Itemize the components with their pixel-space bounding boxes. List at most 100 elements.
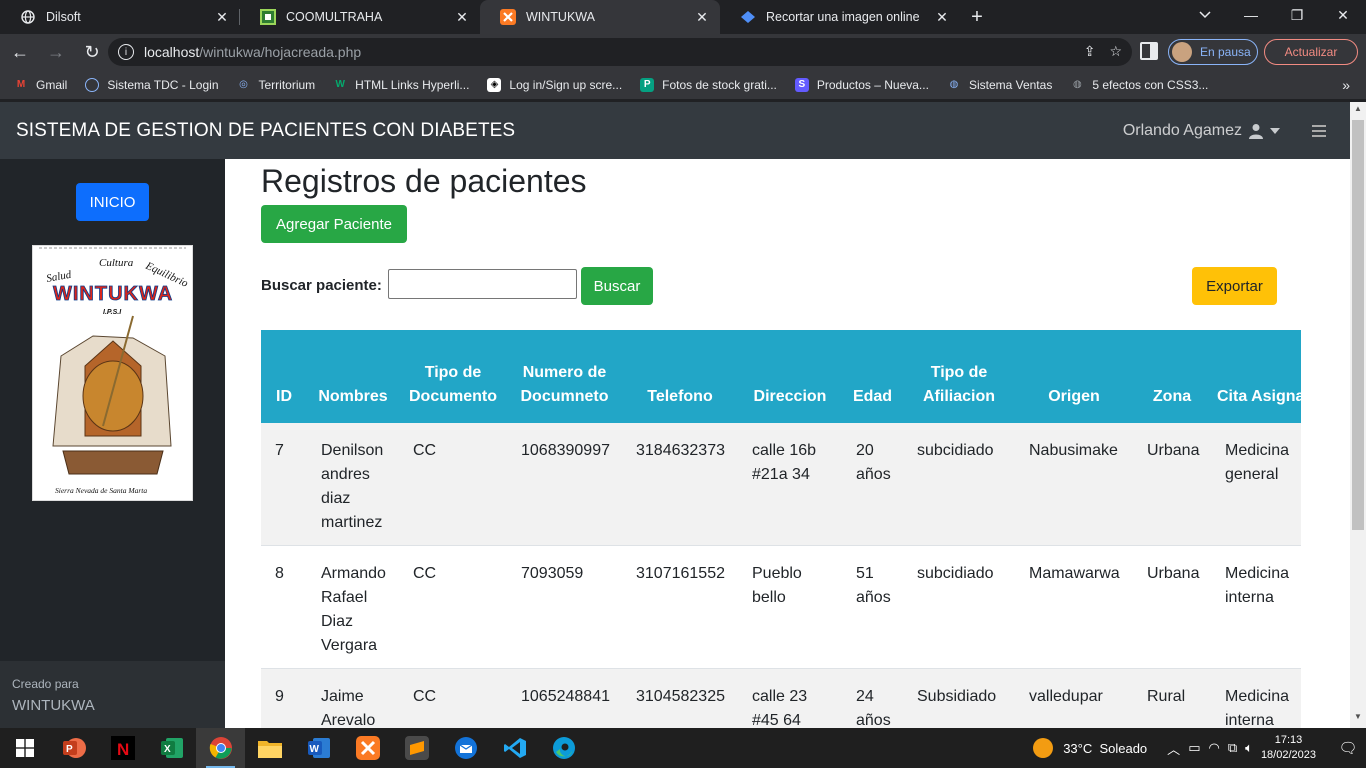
edge-icon[interactable] xyxy=(539,728,588,768)
profile-status: En pausa xyxy=(1200,45,1251,59)
tray-chevron-up-icon[interactable]: ︿ xyxy=(1167,739,1180,758)
sublime-icon[interactable] xyxy=(392,728,441,768)
globe-icon: ◍ xyxy=(1072,79,1082,90)
vscode-icon[interactable] xyxy=(490,728,539,768)
bookmark-efectos-css3[interactable]: ◍ 5 efectos con CSS3... xyxy=(1070,78,1208,92)
bookmark-productos[interactable]: S Productos – Nueva... xyxy=(794,77,929,92)
more-bookmarks-chevron-icon[interactable]: » xyxy=(1342,77,1350,93)
url-path: /wintukwa/hojacreada.php xyxy=(199,44,362,60)
tab-strip: Dilsoft ✕ COOMULTRAHA ✕ WINTUKWA ✕ Recor… xyxy=(0,0,1366,34)
globe-icon xyxy=(20,9,36,25)
table-cell: Denilson andres diaz martinez xyxy=(307,423,399,546)
page-scrollbar[interactable]: ▲ ▼ xyxy=(1350,102,1366,728)
scrollbar-thumb[interactable] xyxy=(1352,120,1364,530)
device-icon[interactable]: ⧉ xyxy=(1228,740,1237,756)
add-patient-button[interactable]: Agregar Paciente xyxy=(261,205,407,243)
clock[interactable]: 17:13 18/02/2023 xyxy=(1261,733,1316,763)
bookmark-territorium[interactable]: ◎ Territorium xyxy=(237,78,315,92)
bookmark-sistema-ventas[interactable]: ◍ Sistema Ventas xyxy=(947,78,1053,92)
bookmarks-bar: M Gmail Sistema TDC - Login ◎ Territorium … xyxy=(0,70,1366,100)
bookmark-gmail[interactable]: M Gmail xyxy=(14,78,68,92)
tab-coomultraha[interactable]: COOMULTRAHA ✕ xyxy=(240,0,480,34)
tab-recortar[interactable]: Recortar una imagen online ✕ xyxy=(720,0,960,34)
minimize-icon[interactable]: — xyxy=(1228,0,1274,30)
column-header: Edad xyxy=(852,388,893,405)
table-cell: Armando Rafael Diaz Vergara xyxy=(307,545,399,669)
windows-start-icon[interactable] xyxy=(0,728,49,768)
table-cell: CC xyxy=(399,545,507,669)
bookmark-star-icon[interactable]: ☆ xyxy=(1109,43,1122,60)
forward-arrow-icon[interactable]: → xyxy=(40,36,72,68)
restore-icon[interactable]: ❐ xyxy=(1274,0,1320,30)
new-tab-button[interactable]: + xyxy=(960,0,994,34)
update-button[interactable]: Actualizar xyxy=(1264,39,1358,65)
table-cell: Medicina general xyxy=(1211,423,1301,546)
user-menu[interactable]: Orlando Agamez xyxy=(1123,122,1280,140)
bookmark-sistema-tdc[interactable]: Sistema TDC - Login xyxy=(85,77,219,92)
speaker-icon[interactable]: 🔈︎ xyxy=(1245,740,1253,756)
bookmark-label: 5 efectos con CSS3... xyxy=(1092,77,1209,92)
netflix-icon[interactable]: N xyxy=(98,728,147,768)
bookmark-login-signup[interactable]: ◈ Log in/Sign up scre... xyxy=(487,77,622,92)
table-cell: 7093059 xyxy=(507,545,622,669)
coomultraha-icon xyxy=(260,9,276,25)
close-tab-icon[interactable]: ✕ xyxy=(934,9,950,26)
profile-button[interactable]: En pausa xyxy=(1168,39,1258,65)
column-header: Nombres xyxy=(318,388,388,405)
url-host: localhost xyxy=(144,44,200,60)
thunderbird-icon[interactable] xyxy=(441,728,490,768)
close-tab-icon[interactable]: ✕ xyxy=(454,9,470,26)
bookmark-label: Sistema TDC - Login xyxy=(107,77,219,92)
sidebar-footer: Creado para WINTUKWA xyxy=(0,661,225,728)
search-button[interactable]: Buscar xyxy=(581,267,653,305)
info-icon[interactable]: i xyxy=(118,44,134,60)
bookmark-fotos-stock[interactable]: P Fotos de stock grati... xyxy=(640,77,777,92)
excel-icon[interactable]: X xyxy=(147,728,196,768)
table-cell: calle 23 #45 64 xyxy=(738,668,842,728)
table-cell: Rural xyxy=(1133,668,1211,728)
app-brand[interactable]: SISTEMA DE GESTION DE PACIENTES CON DIAB… xyxy=(16,120,515,142)
xampp-icon[interactable] xyxy=(343,728,392,768)
weather-text[interactable]: 33°C Soleado xyxy=(1063,741,1147,756)
chrome-icon[interactable] xyxy=(196,728,245,768)
share-icon[interactable]: ⇪ xyxy=(1084,43,1096,60)
table-cell: Nabusimake xyxy=(1015,423,1133,546)
file-explorer-icon[interactable] xyxy=(245,728,294,768)
hamburger-menu-icon[interactable] xyxy=(1312,124,1326,137)
powerpoint-icon[interactable]: P xyxy=(49,728,98,768)
tab-search-chevron-icon[interactable] xyxy=(1190,0,1220,30)
table-header-row: ID Nombres Tipo de Documento Numero de D… xyxy=(261,330,1323,423)
table-cell: 3107161552 xyxy=(622,545,738,669)
weather-sun-icon[interactable] xyxy=(1033,738,1054,758)
table-cell: 3104582325 xyxy=(622,668,738,728)
system-tray: 33°C Soleado ︿ ▭ ◠ ⧉ 🔈︎ 17:13 18/02/2023… xyxy=(1033,728,1366,768)
back-arrow-icon[interactable]: ← xyxy=(4,36,36,68)
word-icon[interactable]: W xyxy=(294,728,343,768)
notifications-icon[interactable]: 🗨︎ xyxy=(1330,739,1366,757)
export-button[interactable]: Exportar xyxy=(1192,267,1277,305)
tab-dilsoft[interactable]: Dilsoft ✕ xyxy=(0,0,240,34)
bookmark-html-links[interactable]: W HTML Links Hyperli... xyxy=(333,78,469,92)
inicio-button[interactable]: INICIO xyxy=(76,183,149,221)
caret-down-icon xyxy=(1270,127,1280,134)
table-cell: Pueblo bello xyxy=(738,545,842,669)
table-cell: 9 xyxy=(261,668,307,728)
address-bar[interactable]: i localhost/wintukwa/hojacreada.php ⇪ ☆ xyxy=(108,38,1132,66)
search-input[interactable] xyxy=(388,269,577,299)
wifi-icon[interactable]: ◠ xyxy=(1208,740,1219,756)
close-window-icon[interactable]: ✕ xyxy=(1320,0,1366,30)
close-tab-icon[interactable]: ✕ xyxy=(214,9,230,26)
bookmark-label: Productos – Nueva... xyxy=(816,77,929,92)
svg-text:Cultura: Cultura xyxy=(99,257,134,269)
table-cell: Medicina interna xyxy=(1211,668,1301,728)
scroll-down-arrow-icon[interactable]: ▼ xyxy=(1350,712,1366,726)
side-panel-icon[interactable] xyxy=(1140,42,1158,60)
stripe-icon: S xyxy=(794,77,809,92)
scroll-up-arrow-icon[interactable]: ▲ xyxy=(1350,104,1366,118)
close-tab-icon[interactable]: ✕ xyxy=(694,9,710,26)
column-header: Direccion xyxy=(753,388,827,405)
battery-icon[interactable]: ▭ xyxy=(1188,740,1200,756)
table-cell: Urbana xyxy=(1133,423,1211,546)
tab-wintukwa[interactable]: WINTUKWA ✕ xyxy=(480,0,720,34)
reload-icon[interactable]: ↻ xyxy=(76,36,108,68)
